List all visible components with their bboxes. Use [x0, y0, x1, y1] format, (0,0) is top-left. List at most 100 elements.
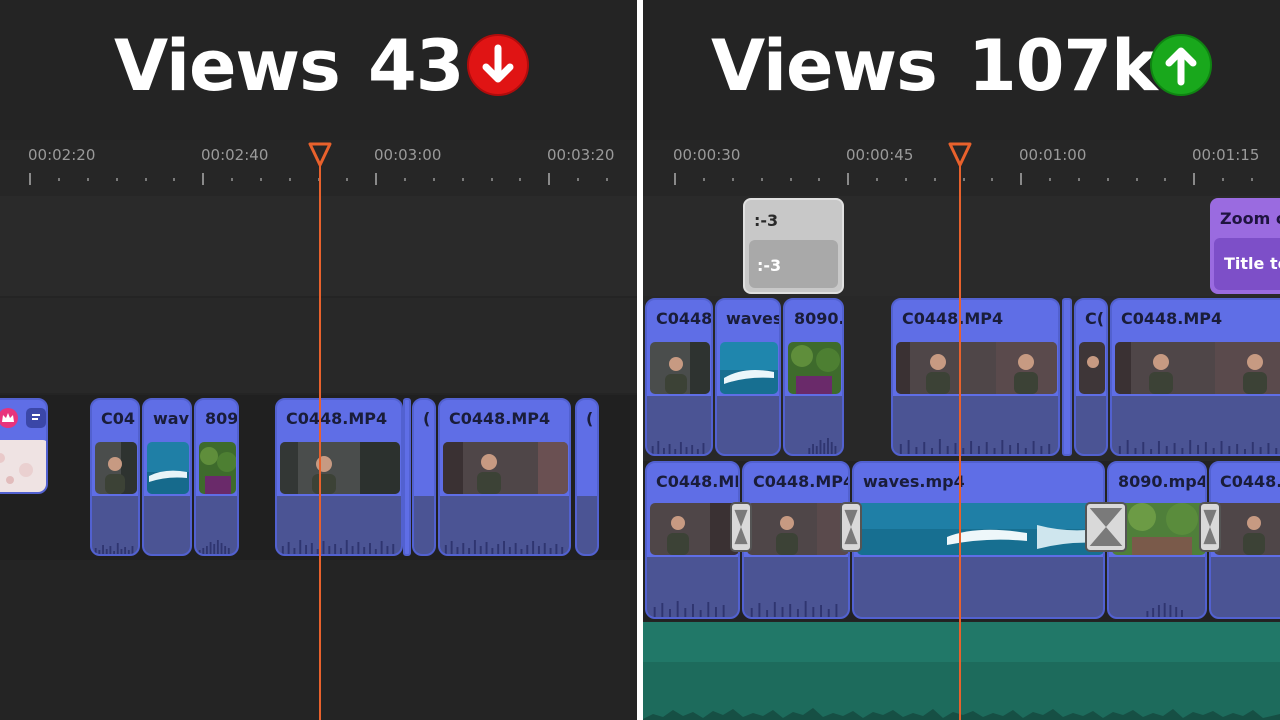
clip-thumbnail — [0, 440, 46, 492]
clip-thumbnail — [147, 442, 189, 494]
clip-thumbnail — [650, 342, 710, 394]
audio-waveform — [854, 557, 1103, 617]
video-clip[interactable]: 809 — [194, 398, 239, 556]
playhead-handle[interactable] — [308, 142, 332, 168]
audio-waveform — [196, 496, 237, 554]
clip-thumbnail — [95, 442, 137, 494]
clip-name: :-3 — [754, 211, 779, 230]
clip-name: C04 — [101, 409, 136, 428]
audio-waveform — [92, 496, 138, 554]
clip-thumbnail — [1214, 503, 1280, 555]
audio-waveform — [744, 557, 848, 617]
video-clip[interactable]: ( — [575, 398, 599, 556]
views-word: Views — [114, 25, 341, 107]
audio-waveform — [647, 396, 711, 454]
video-clip[interactable]: C0448.MP4 — [891, 298, 1060, 456]
clip-name: C0448.MI — [656, 472, 740, 491]
clip-name: :-3 — [757, 256, 782, 275]
audio-waveform — [144, 496, 190, 554]
ruler-label: 00:02:20 — [28, 146, 96, 164]
transition-icon[interactable] — [1085, 502, 1127, 552]
audio-waveform — [1112, 396, 1280, 454]
clip-thumbnail — [1079, 342, 1105, 394]
up-arrow-icon — [1150, 34, 1212, 96]
video-clip[interactable]: C0448.MP4 — [742, 461, 850, 619]
video-clip[interactable]: C0448.MP4 — [438, 398, 571, 556]
clip-name: ( — [423, 409, 431, 428]
transition-icon[interactable] — [840, 502, 862, 552]
video-clip[interactable] — [0, 398, 48, 494]
video-clip[interactable]: C( — [1074, 298, 1108, 456]
ruler-label: 00:02:40 — [201, 146, 269, 164]
transition-icon[interactable] — [730, 502, 752, 552]
music-track[interactable] — [643, 622, 1280, 720]
clip-name: Zoom c — [1220, 209, 1280, 228]
audio-waveform — [717, 396, 779, 454]
clip-thumbnail — [650, 503, 738, 555]
clip-thumbnail — [443, 442, 568, 494]
audio-waveform — [1109, 557, 1205, 617]
clip-name: wav — [153, 409, 190, 428]
overlay-track — [643, 196, 1280, 296]
clip-name: C0448.MP4 — [449, 409, 551, 428]
right-editor-panel: Views 107k 00:00:30 00:00:45 00:01:00 00… — [643, 0, 1280, 720]
video-clip[interactable] — [1062, 298, 1072, 456]
views-count: 43 — [368, 25, 464, 107]
clip-body: :-3 — [749, 240, 838, 288]
ruler-label: 00:03:20 — [547, 146, 615, 164]
ruler-label: 00:01:15 — [1192, 146, 1260, 164]
video-clip[interactable]: C0448.MP4 — [275, 398, 403, 556]
audio-waveform — [440, 496, 569, 554]
playhead-handle[interactable] — [948, 142, 972, 168]
clip-name: C0448.MP4 — [1121, 309, 1223, 328]
clip-name: 809 — [205, 409, 239, 428]
transition-icon[interactable] — [1199, 502, 1221, 552]
playhead-line — [319, 162, 321, 720]
audio-waveform — [1076, 396, 1106, 454]
ruler-label: 00:00:45 — [846, 146, 914, 164]
views-word: Views — [711, 25, 938, 107]
ruler-label: 00:01:00 — [1019, 146, 1087, 164]
video-clip[interactable]: waves — [715, 298, 781, 456]
clip-name: C0448.MP4 — [902, 309, 1004, 328]
audio-waveform — [647, 557, 738, 617]
audio-waveform — [1211, 557, 1280, 617]
video-clip[interactable]: ( — [412, 398, 436, 556]
video-clip[interactable]: C0448 — [645, 298, 713, 456]
video-clip[interactable]: C04 — [90, 398, 140, 556]
clip-name: Title te — [1224, 254, 1280, 273]
sticker-clip[interactable]: :-3 :-3 — [743, 198, 844, 294]
clip-name: 8090. — [794, 309, 844, 328]
clip-thumbnail — [788, 342, 841, 394]
clip-name: waves — [726, 309, 781, 328]
clip-name: C0448.MP4 — [286, 409, 388, 428]
audio-waveform — [277, 496, 401, 554]
audio-waveform — [893, 396, 1058, 454]
clip-name: C0448.MP4 — [753, 472, 850, 491]
left-editor-panel: Views 43 00:02:20 00:02:40 00:03:00 00:0… — [0, 0, 637, 720]
clip-thumbnail — [720, 342, 778, 394]
clip-name: C0448. — [1220, 472, 1280, 491]
views-count: 107k — [968, 25, 1158, 107]
video-clip[interactable]: wav — [142, 398, 192, 556]
clip-thumbnail — [1115, 342, 1280, 394]
video-clip[interactable]: waves.mp4 — [852, 461, 1105, 619]
clip-thumbnail — [747, 503, 848, 555]
caption-icon — [26, 408, 46, 428]
clip-name: C( — [1085, 309, 1105, 328]
audio-waveform — [577, 496, 597, 554]
zoom-title-clip[interactable]: Zoom c Title te — [1210, 198, 1280, 294]
clip-thumbnail — [199, 442, 236, 494]
video-clip[interactable]: C0448.MI — [645, 461, 740, 619]
down-arrow-icon — [467, 34, 529, 96]
clip-body: Title te — [1214, 238, 1280, 290]
clip-thumbnail — [280, 442, 400, 494]
clip-thumbnail — [896, 342, 1057, 394]
clip-thumbnail — [857, 503, 1103, 555]
clip-name: C0448 — [656, 309, 713, 328]
audio-waveform — [414, 496, 434, 554]
video-clip[interactable] — [403, 398, 411, 556]
video-clip[interactable]: C0448.MP4 — [1110, 298, 1280, 456]
video-clip[interactable]: 8090. — [783, 298, 844, 456]
ruler-label: 00:00:30 — [673, 146, 741, 164]
